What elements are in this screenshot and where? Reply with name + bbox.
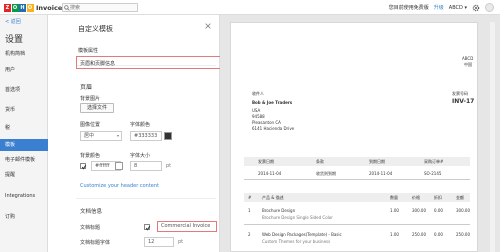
divider	[244, 224, 470, 225]
preview-scrollbar[interactable]	[490, 22, 495, 252]
logo-letter: O	[26, 3, 34, 12]
info-table-cell: 2014-11-04	[369, 171, 393, 176]
image-position-select[interactable]: 居中	[80, 131, 122, 141]
choose-file-button[interactable]: 选择文件	[80, 103, 114, 113]
item-row-price: 300.00	[412, 208, 426, 213]
items-header-cell: 价格	[412, 195, 420, 200]
gear-icon[interactable]	[472, 4, 480, 12]
info-table-cell: 收货则到期	[316, 171, 336, 176]
divider	[244, 179, 470, 180]
sidebar-item-subscription[interactable]: 订购	[5, 213, 15, 220]
app-name: Invoice	[36, 3, 63, 12]
doc-title-label: 文档标题	[80, 225, 101, 231]
invoice-number: INV-17	[452, 98, 475, 105]
font-color-input[interactable]: #333333	[130, 131, 162, 141]
chevron-down-icon: ▾	[117, 133, 120, 138]
item-row-qty: 1.00	[390, 232, 399, 237]
items-header-cell: 产品 & 描述	[262, 195, 284, 200]
font-size-label: 字体大小	[130, 153, 151, 159]
search-input[interactable]	[70, 4, 130, 11]
sidebar-item-org-profile[interactable]: 机构简档	[5, 50, 25, 57]
bg-color-checkbox[interactable]	[80, 163, 87, 170]
bg-color-label: 背景颜色	[80, 153, 101, 159]
bg-image-label: 背景图片	[80, 96, 101, 102]
bill-to-address: Pleasanton CA	[252, 120, 281, 125]
doc-title-font-input[interactable]: 12	[144, 237, 174, 247]
divider	[76, 198, 216, 199]
company-name: ABCD	[462, 56, 474, 61]
bill-to-address: 94588	[252, 114, 265, 119]
doc-title-font-label: 文档标题字体	[80, 240, 111, 246]
item-row-qty: 1.00	[390, 208, 399, 213]
top-bar: Z O H O Invoice 您目前使用免费版 升级 ABCD ▾	[0, 0, 500, 15]
back-link[interactable]: < 返回	[5, 18, 21, 25]
item-row-title: Web Design Packages(Template) - Basic	[262, 232, 342, 237]
font-color-swatch[interactable]	[164, 132, 172, 140]
top-right-area: 您目前使用免费版 升级 ABCD ▾	[389, 3, 494, 12]
items-header-cell: 数量	[390, 195, 398, 200]
org-switcher[interactable]: ABCD ▾	[449, 5, 467, 11]
info-table-header-cell: 条款	[316, 159, 324, 164]
item-row-price: 250.00	[412, 232, 426, 237]
sidebar-item-email-templates[interactable]: 电子邮件模板	[5, 156, 35, 163]
settings-title: 设置	[5, 35, 24, 45]
bill-to-address: USA	[252, 108, 261, 113]
section-template-properties[interactable]: 模板属性	[78, 47, 98, 54]
sidebar-item-integrations[interactable]: Integrations	[5, 193, 35, 199]
item-row-amount: 300.00	[456, 208, 470, 213]
items-header-cell: 折扣	[434, 195, 442, 200]
font-color-label: 字体颜色	[130, 122, 151, 128]
search-icon	[63, 4, 70, 11]
sidebar-item-currencies[interactable]: 货币	[5, 106, 15, 113]
plan-status-text: 您目前使用免费版	[388, 5, 429, 11]
item-row-discount: 0.00	[434, 208, 443, 213]
item-row-desc: Custom Themes for your business	[262, 239, 331, 244]
info-table-header-cell: 发票日期	[258, 159, 274, 164]
image-position-label: 图像位置	[80, 122, 101, 128]
bg-color-swatch[interactable]	[115, 162, 123, 170]
sidebar-item-reminders[interactable]: 提醒	[5, 171, 15, 178]
font-size-input[interactable]: 8	[130, 161, 162, 171]
logo-letter: Z	[4, 3, 11, 12]
sidebar-item-users[interactable]: 用户	[5, 66, 15, 73]
info-table-header-cell: 到期日期	[369, 159, 385, 164]
item-row-amount: 250.00	[456, 232, 470, 237]
info-table-cell: 2014-11-04	[258, 171, 282, 176]
font-size-unit: pt	[166, 163, 172, 169]
panel-title: 自定义模板	[78, 25, 113, 33]
section-header-footer[interactable]: 页眉和页脚信息	[80, 60, 115, 67]
bill-to-address: 6141 Hacienda Drive	[252, 126, 295, 131]
invoice-number-label: 发票号码	[452, 91, 468, 96]
info-table-cell: SO-2145	[424, 171, 442, 176]
item-row-number: 1	[248, 208, 251, 213]
info-table-header-cell: 采购订单#	[424, 159, 444, 164]
avatar[interactable]	[485, 3, 494, 12]
doc-title-font-unit: pt	[178, 239, 184, 245]
search-box[interactable]	[62, 3, 138, 12]
item-row-title: Brochure Design	[262, 208, 296, 213]
brand-logo[interactable]: Z O H O Invoice	[4, 3, 62, 12]
bill-to-name: Bob & Joe Traders	[252, 100, 293, 105]
item-row-number: 2	[248, 232, 251, 237]
bill-to-label: 收件人	[252, 91, 264, 96]
logo-letter: O	[11, 3, 19, 12]
items-header-cell: 金额	[456, 195, 464, 200]
doc-title-input[interactable]: Commercial Invoice	[157, 221, 217, 232]
doc-title-checkbox[interactable]	[144, 224, 151, 231]
items-header-cell: #	[248, 195, 252, 200]
doc-info-heading: 文档信息	[80, 209, 103, 215]
settings-sidebar: < 返回 设置 机构简档 用户 首选项 货币 税 模板 电子邮件模板 提醒 In…	[0, 15, 48, 252]
sidebar-item-templates[interactable]: 模板	[0, 139, 48, 151]
item-row-desc: Brochure Design Single Sided Color	[262, 215, 333, 220]
sidebar-item-taxes[interactable]: 税	[5, 124, 10, 131]
customize-header-link[interactable]: Customize your header content	[80, 183, 159, 189]
logo-letter: H	[19, 3, 26, 12]
page-header-heading: 页眉	[80, 84, 93, 91]
sidebar-item-preferences[interactable]: 首选项	[5, 86, 20, 93]
upgrade-link[interactable]: 升级	[434, 4, 444, 11]
item-row-discount: 0.00	[434, 232, 443, 237]
close-icon[interactable]	[205, 23, 211, 29]
company-country: 中国	[464, 62, 472, 67]
